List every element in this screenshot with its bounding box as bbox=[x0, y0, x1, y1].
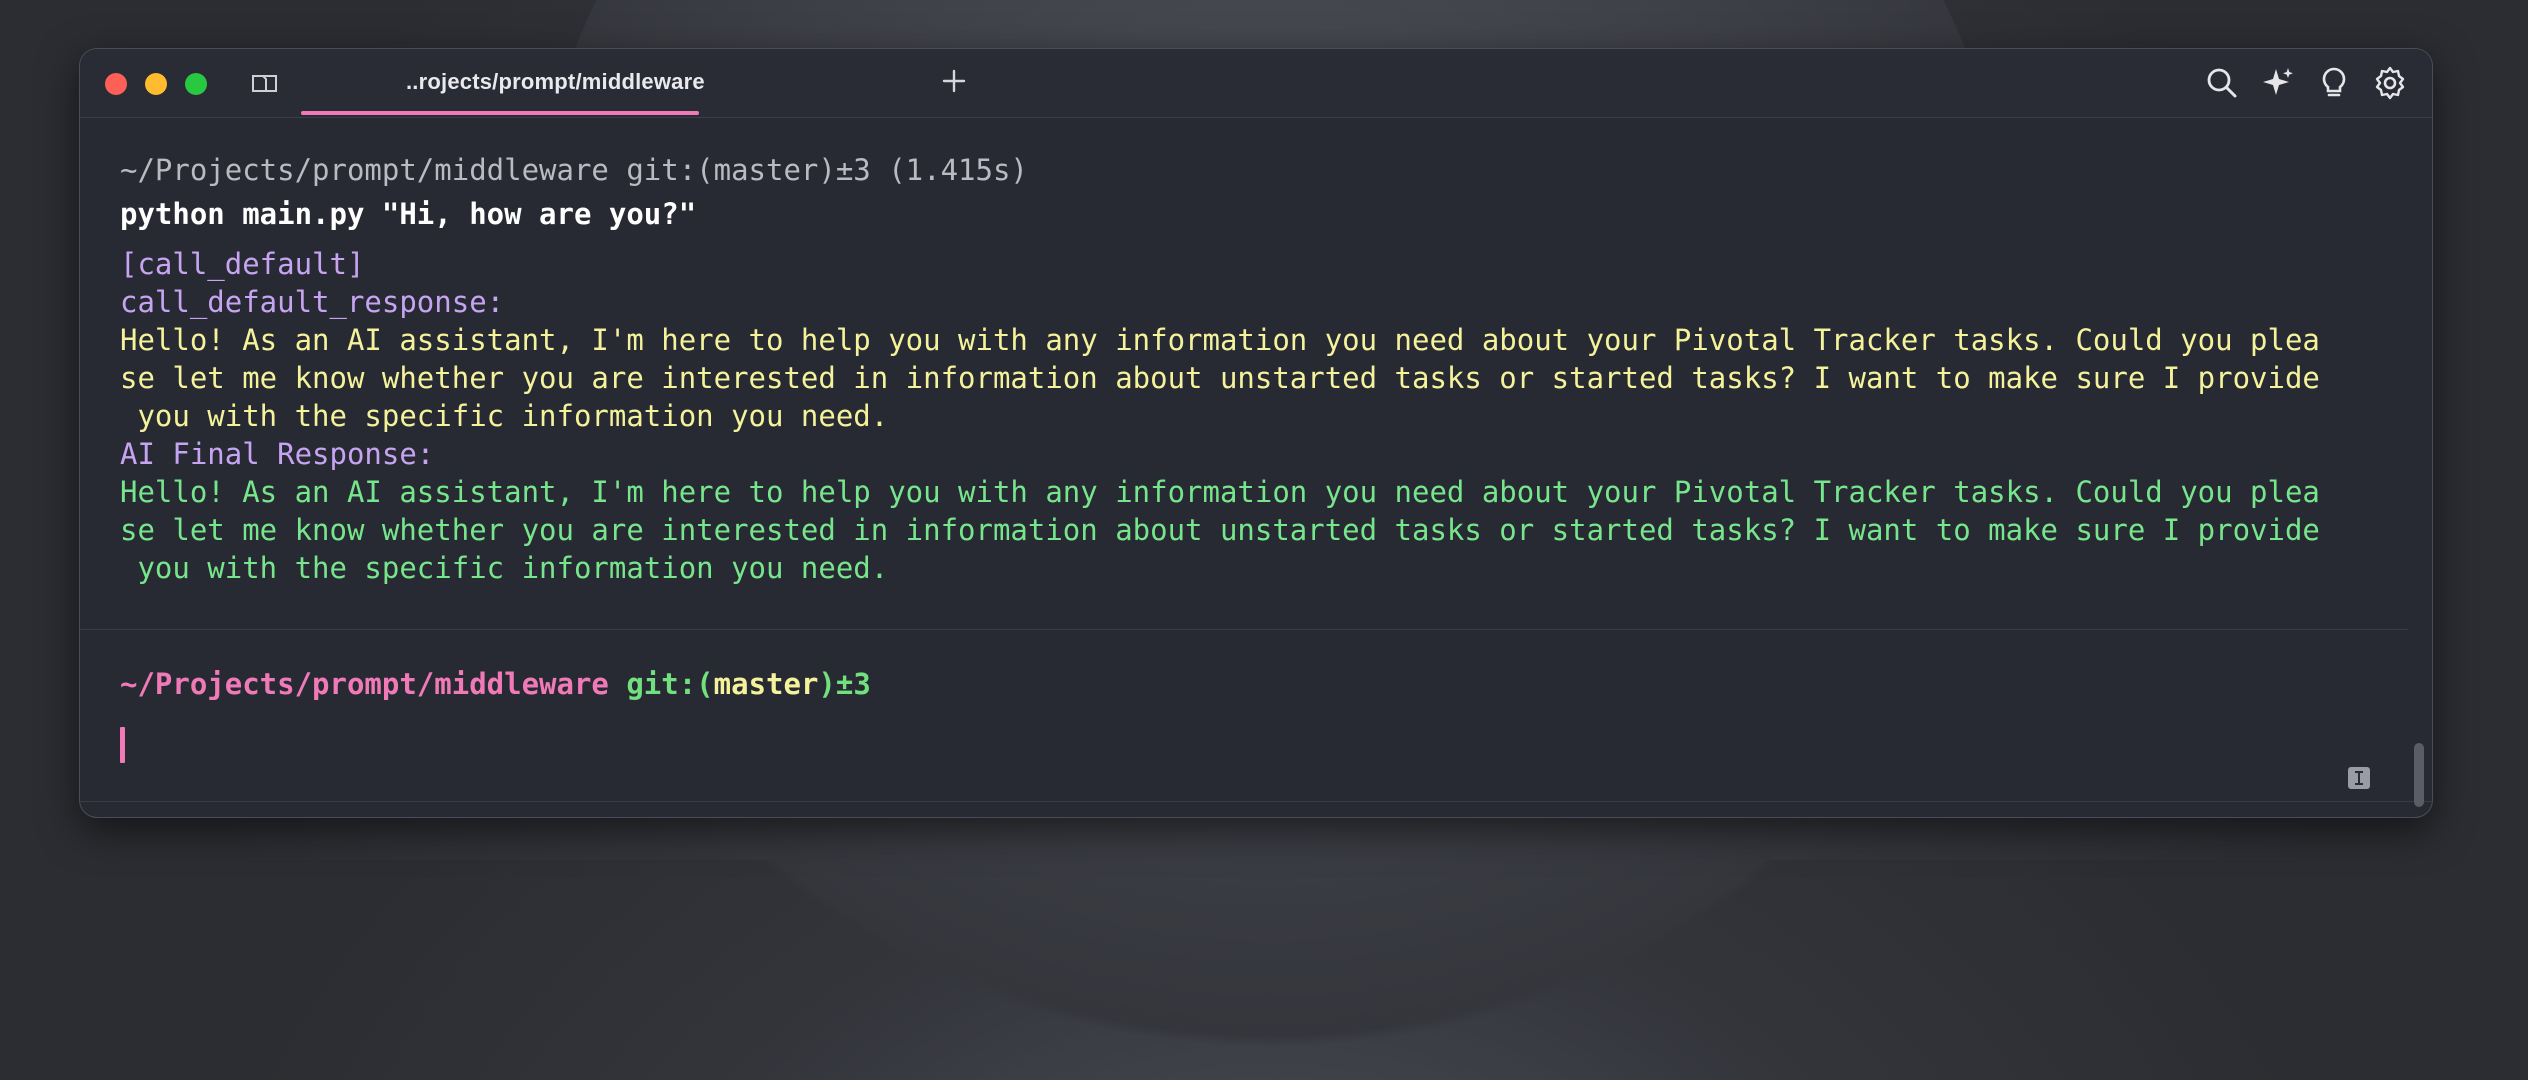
gear-icon[interactable] bbox=[2372, 65, 2408, 101]
output-line: AI Final Response: bbox=[120, 437, 435, 471]
output-line: se let me know whether you are intereste… bbox=[120, 361, 2320, 395]
current-prompt: ~/Projects/prompt/middleware git:(master… bbox=[120, 665, 871, 703]
sidebar-toggle-icon[interactable] bbox=[250, 71, 280, 95]
output-line: Hello! As an AI assistant, I'm here to h… bbox=[120, 475, 2320, 509]
scrollbar[interactable] bbox=[2414, 743, 2424, 807]
prompt-path: ~/Projects/prompt/middleware bbox=[120, 667, 609, 701]
prompt-git-suffix: )±3 bbox=[818, 667, 871, 701]
plus-icon[interactable] bbox=[938, 65, 970, 97]
block-divider bbox=[80, 629, 2408, 630]
input-area-bottom bbox=[80, 801, 2432, 802]
output-line: you with the specific information you ne… bbox=[120, 399, 889, 433]
terminal-window: ..rojects/prompt/middleware ~/Projects/p… bbox=[79, 48, 2433, 818]
output-line: Hello! As an AI assistant, I'm here to h… bbox=[120, 323, 2320, 357]
search-icon[interactable] bbox=[2204, 65, 2240, 101]
lightbulb-icon[interactable] bbox=[2316, 65, 2352, 101]
output-line: you with the specific information you ne… bbox=[120, 551, 889, 585]
output-line: [call_default] bbox=[120, 247, 365, 281]
tab-active[interactable]: ..rojects/prompt/middleware bbox=[301, 49, 966, 115]
previous-prompt-line: ~/Projects/prompt/middleware git:(master… bbox=[120, 153, 1028, 187]
sparkle-icon[interactable] bbox=[2260, 65, 2296, 101]
tab-title: ..rojects/prompt/middleware bbox=[406, 69, 705, 94]
prompt-branch: master bbox=[713, 667, 819, 701]
prompt-git-prefix: git:( bbox=[626, 667, 714, 701]
tab-active-indicator bbox=[301, 111, 699, 115]
output-line: se let me know whether you are intereste… bbox=[120, 513, 2320, 547]
output-line: call_default_response: bbox=[120, 285, 505, 319]
zoom-button[interactable] bbox=[185, 73, 207, 95]
close-button[interactable] bbox=[105, 73, 127, 95]
ibeam-icon[interactable] bbox=[2348, 767, 2370, 789]
executed-command: python main.py "Hi, how are you?" bbox=[120, 197, 697, 231]
minimize-button[interactable] bbox=[145, 73, 167, 95]
input-cursor[interactable] bbox=[120, 727, 125, 763]
title-bar: ..rojects/prompt/middleware bbox=[80, 49, 2432, 118]
